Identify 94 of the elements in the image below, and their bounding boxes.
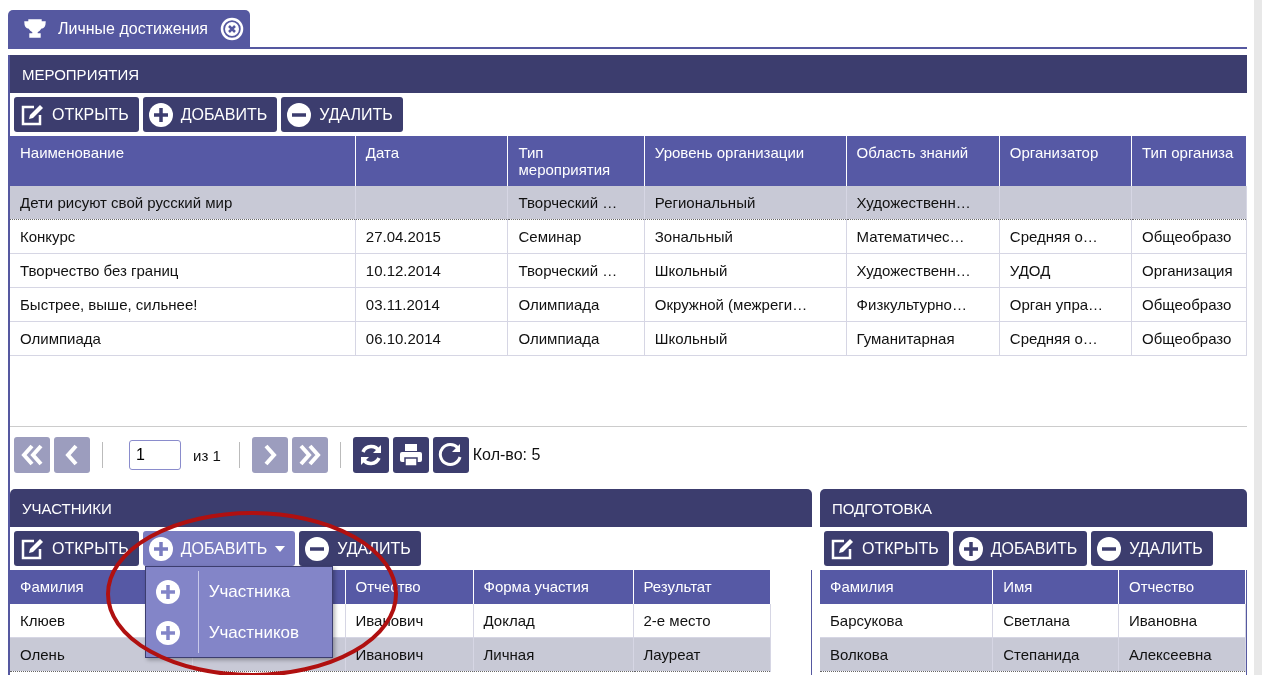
table-cell: Клюев: [20, 612, 66, 629]
table-cell: Организация: [1142, 262, 1233, 279]
refresh-button[interactable]: [352, 437, 389, 473]
minus-icon: [305, 536, 330, 561]
table-cell: 27.04.2015: [365, 228, 441, 245]
close-icon[interactable]: [220, 16, 244, 41]
table-cell: Олимпиада: [518, 296, 600, 313]
table-cell: Художественн…: [856, 194, 971, 211]
table-cell: Зональный: [654, 228, 733, 245]
menu-item[interactable]: Участников: [145, 612, 332, 653]
toolbar-button[interactable]: ДОБАВИТЬ: [142, 97, 278, 132]
tab[interactable]: Личные достижения: [8, 10, 250, 47]
table-cell: Дети рисуют свой русский мир: [20, 194, 233, 211]
table-cell: Светлана: [1003, 612, 1070, 629]
table-cell: Личная: [483, 646, 535, 663]
caret-icon: [275, 545, 286, 552]
column-header[interactable]: Уровень организации: [644, 136, 847, 186]
table-cell: Окружной (межреги…: [654, 296, 808, 313]
toolbar-button[interactable]: ДОБАВИТЬ: [952, 531, 1088, 566]
edit-icon: [20, 537, 44, 560]
minus-icon: [287, 102, 312, 127]
plus-icon: [155, 620, 180, 645]
toolbar-button[interactable]: ДОБАВИТЬ: [142, 531, 296, 566]
column-header[interactable]: Наименование: [10, 136, 356, 186]
table-cell: Творчество без границ: [20, 262, 179, 279]
page-number-field[interactable]: 1: [129, 440, 181, 470]
table-cell: Гуманитарная: [856, 330, 955, 347]
column-header[interactable]: Фамилия: [820, 570, 993, 604]
table-cell: 2-е место: [643, 612, 711, 629]
table-cell: Конкурс: [20, 228, 76, 245]
record-count: Кол-во: 5: [472, 446, 541, 464]
print-button[interactable]: [392, 437, 429, 473]
table-cell: Волкова: [830, 646, 888, 663]
toolbar-button[interactable]: ОТКРЫТЬ: [14, 97, 139, 132]
trophy-icon: [24, 18, 46, 39]
table-cell: Математичес…: [856, 228, 965, 245]
table-cell: Семинар: [518, 228, 582, 245]
table-cell: Быстрее, выше, сильнее!: [20, 296, 198, 313]
printer-icon: [397, 442, 424, 468]
column-header[interactable]: Дата: [355, 136, 508, 186]
table-cell: Школьный: [654, 262, 728, 279]
table-cell: Алексеевна: [1128, 646, 1212, 663]
table-cell: Творческий …: [518, 194, 618, 211]
table-cell: Иванович: [355, 646, 424, 663]
table-cell: Школьный: [654, 330, 728, 347]
table-cell: Ивановна: [1128, 612, 1198, 629]
column-header[interactable]: Имя: [992, 570, 1119, 604]
page-total: из 1: [193, 446, 221, 464]
table-cell: Региональный: [654, 194, 756, 211]
plus-icon: [155, 579, 180, 604]
table-cell: Физкультурно…: [856, 296, 967, 313]
table-cell: Общеобразо: [1142, 228, 1232, 245]
edit-icon: [830, 537, 854, 560]
table-cell: Общеобразо: [1142, 330, 1232, 347]
plus-icon: [148, 536, 173, 561]
table-cell: Орган упра…: [1009, 296, 1104, 313]
section-title: МЕРОПРИЯТИЯ: [10, 55, 1247, 93]
table-cell: Лауреат: [643, 646, 701, 663]
table-cell: Олимпиада: [518, 330, 600, 347]
column-header[interactable]: Область знаний: [846, 136, 1000, 186]
plus-icon: [958, 536, 983, 561]
circular-arrow-icon: [437, 442, 464, 468]
table-cell: Общеобразо: [1142, 296, 1232, 313]
column-header[interactable]: Тип организа: [1131, 136, 1247, 186]
table-cell: Доклад: [483, 612, 535, 629]
double-chevron-left-icon: [20, 443, 44, 467]
menu-item[interactable]: Участника: [145, 571, 332, 612]
section-title: ПОДГОТОВКА: [820, 489, 1247, 527]
column-header[interactable]: Тип мероприятия: [508, 136, 645, 186]
table-cell: Степанида: [1003, 646, 1080, 663]
minus-icon: [1097, 536, 1122, 561]
double-chevron-right-icon: [297, 443, 322, 467]
table-cell: Олимпиада: [20, 330, 101, 347]
section-title: УЧАСТНИКИ: [10, 489, 812, 527]
table-cell: 06.10.2014: [365, 330, 441, 347]
table-cell: Художественн…: [856, 262, 971, 279]
column-header[interactable]: Организатор: [999, 136, 1132, 186]
toolbar-button[interactable]: УДАЛИТЬ: [281, 97, 403, 132]
plus-icon: [148, 102, 173, 127]
column-header[interactable]: Фамилия: [20, 578, 84, 595]
column-header[interactable]: Отчество: [1118, 570, 1246, 604]
table-cell: 10.12.2014: [365, 262, 441, 279]
table-cell: Олень: [20, 646, 65, 663]
reset-button[interactable]: [432, 437, 469, 473]
toolbar-button[interactable]: УДАЛИТЬ: [1091, 531, 1213, 566]
table-cell: Средняя о…: [1009, 228, 1098, 245]
table-cell: УДОД: [1009, 262, 1051, 279]
toolbar-button[interactable]: ОТКРЫТЬ: [14, 531, 139, 566]
table-cell: Творческий …: [518, 262, 618, 279]
edit-icon: [20, 103, 44, 126]
toolbar-button[interactable]: ОТКРЫТЬ: [824, 531, 949, 566]
table-cell: 03.11.2014: [365, 296, 440, 313]
table-cell: Средняя о…: [1009, 330, 1098, 347]
table-cell: Барсукова: [830, 612, 903, 629]
